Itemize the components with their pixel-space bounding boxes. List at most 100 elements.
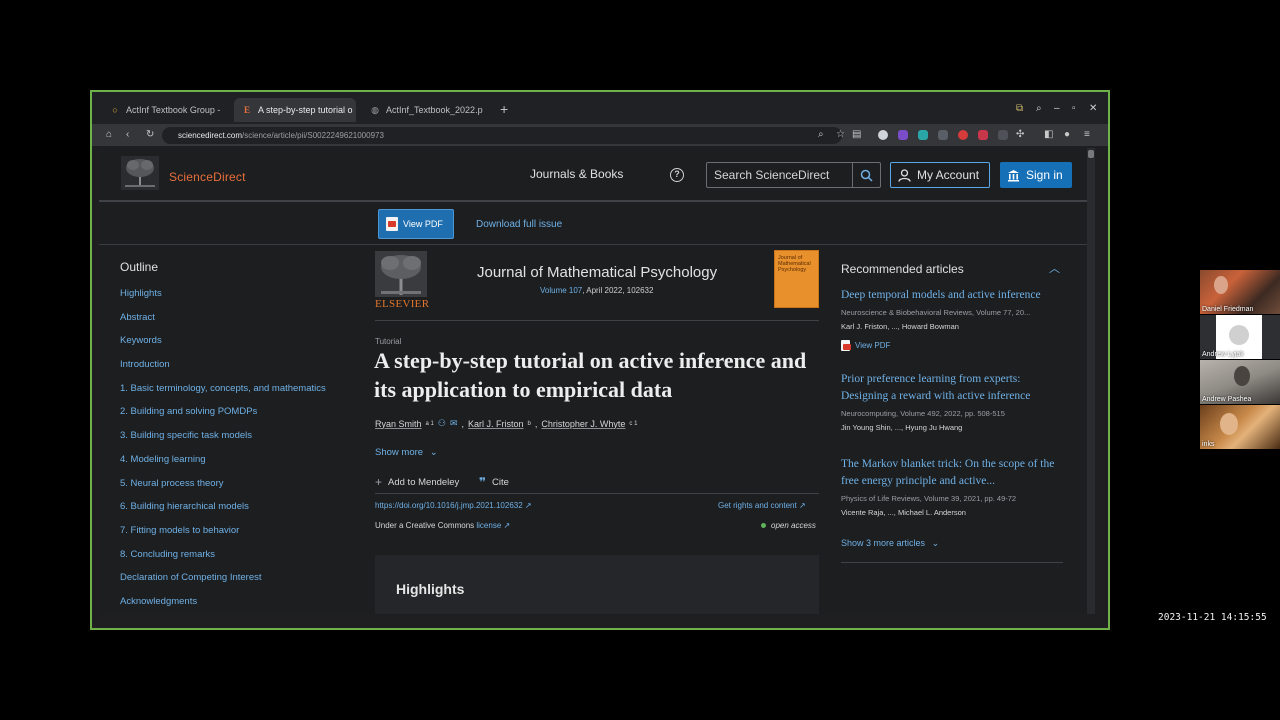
extension-icon[interactable] (898, 130, 908, 140)
outline-item-highlights[interactable]: Highlights (120, 288, 360, 312)
tab-actinf-group[interactable]: ○ ActInf Textbook Group - (102, 100, 230, 120)
page-scrollbar[interactable] (1087, 148, 1095, 614)
author-link[interactable]: Ryan Smith (375, 419, 422, 429)
extension-icon[interactable] (958, 130, 968, 140)
divider (375, 493, 819, 494)
chevron-up-icon[interactable]: ︿ (1049, 260, 1060, 276)
profile-icon[interactable]: ● (1064, 128, 1070, 142)
search-tabs-icon[interactable]: ⌕ (1036, 103, 1042, 114)
author-affiliation: b (527, 420, 531, 427)
journal-title[interactable]: Journal of Mathematical Psychology (477, 264, 717, 281)
author-link[interactable]: Karl J. Friston (468, 419, 524, 429)
author-list: Ryan Smith a 1 ⚇ ✉ , Karl J. Friston b ,… (375, 418, 637, 429)
extension-icon[interactable]: ⧉ (1016, 103, 1023, 114)
recommended-view-pdf-link[interactable]: View PDF (841, 340, 1065, 351)
puzzle-icon[interactable]: ✣ (1016, 128, 1024, 142)
outline-item-section-5[interactable]: 5. Neural process theory (120, 478, 360, 502)
outline-item-section-1[interactable]: 1. Basic terminology, concepts, and math… (120, 383, 360, 407)
outline-item-section-4[interactable]: 4. Modeling learning (120, 454, 360, 478)
extension-icon[interactable] (878, 130, 888, 140)
home-icon[interactable]: ⌂ (106, 128, 112, 142)
circle-icon: ○ (112, 105, 118, 115)
my-account-button[interactable]: My Account (890, 162, 990, 188)
side-panel-icon[interactable]: ◧ (1044, 128, 1053, 142)
outline-item-section-7[interactable]: 7. Fitting models to behavior (120, 525, 360, 549)
recommended-article-authors: Karl J. Friston, ..., Howard Bowman (841, 322, 959, 331)
tab-label: ActInf_Textbook_2022.p (386, 105, 483, 115)
doi-link[interactable]: https://doi.org/10.1016/j.jmp.2021.10263… (375, 501, 532, 510)
participant-video-tile[interactable]: inks (1200, 405, 1280, 449)
bookmark-star-icon[interactable]: ☆ (836, 128, 845, 142)
extension-icon[interactable] (998, 130, 1008, 140)
elsevier-tree-icon[interactable] (375, 251, 427, 297)
extension-icon[interactable] (978, 130, 988, 140)
zoom-icon[interactable]: ⌕ (818, 128, 824, 142)
outline-item-competing-interest[interactable]: Declaration of Competing Interest (120, 572, 360, 596)
maximize-icon[interactable]: ▫ (1072, 103, 1076, 114)
view-pdf-button[interactable]: View PDF (378, 209, 454, 239)
recommended-article-source: Neurocomputing, Volume 492, 2022, pp. 50… (841, 409, 1005, 418)
participant-video-tile[interactable]: Andrew Pashea (1200, 360, 1280, 404)
tab-step-by-step-tutorial[interactable]: E A step-by-step tutorial o (234, 98, 356, 122)
pdf-icon (841, 340, 851, 351)
browser-toolbar: ⌂ ‹ ↻ sciencedirect.com /science/article… (92, 124, 1108, 146)
license-line: Under a Creative Commons license ↗ (375, 521, 510, 530)
article-toolbar: View PDF Download full issue (99, 204, 1095, 245)
outline-item-acknowledgments[interactable]: Acknowledgments (120, 596, 360, 614)
author-link[interactable]: Christopher J. Whyte (541, 419, 625, 429)
download-full-issue-link[interactable]: Download full issue (476, 219, 562, 230)
close-window-icon[interactable]: ✕ (1089, 103, 1097, 114)
recommended-article-source: Neuroscience & Biobehavioral Reviews, Vo… (841, 308, 1031, 317)
participant-video-tile[interactable]: Daniel Friedman (1200, 270, 1280, 314)
extension-icon[interactable] (918, 130, 928, 140)
tab-actinf-textbook-pdf[interactable]: ◍ ActInf_Textbook_2022.p (362, 100, 494, 120)
url-path: /science/article/pii/S0022249621000973 (242, 131, 384, 140)
minimize-icon[interactable]: – (1054, 103, 1060, 114)
outline-item-introduction[interactable]: Introduction (120, 359, 360, 383)
tab-label: A step-by-step tutorial o (258, 105, 353, 115)
outline-item-section-6[interactable]: 6. Building hierarchical models (120, 501, 360, 525)
cite-button[interactable]: ❞ Cite (479, 475, 509, 489)
search-input[interactable] (707, 163, 852, 187)
chevron-down-icon: ⌄ (931, 538, 940, 548)
meeting-stage: ○ ActInf Textbook Group - E A step-by-st… (0, 0, 1280, 720)
volume-link[interactable]: Volume 107 (540, 286, 582, 295)
help-icon[interactable]: ? (670, 168, 684, 182)
license-link[interactable]: license (476, 521, 501, 530)
person-icon (898, 168, 911, 182)
show-more-button[interactable]: Show more ⌄ (375, 447, 438, 458)
add-to-mendeley-button[interactable]: + Add to Mendeley (375, 475, 459, 489)
show-more-articles-button[interactable]: Show 3 more articles ⌄ (841, 538, 939, 549)
journal-cover-image[interactable]: Journal of Mathematical Psychology (774, 250, 819, 308)
recommended-article-link[interactable]: The Markov blanket trick: On the scope o… (841, 456, 1065, 490)
reload-icon[interactable]: ↻ (146, 128, 154, 142)
extension-icon[interactable] (938, 130, 948, 140)
back-icon[interactable]: ‹ (126, 128, 129, 142)
sciencedirect-logo[interactable]: ScienceDirect (169, 170, 246, 184)
article-type: Tutorial (375, 337, 402, 346)
divider (375, 320, 819, 321)
person-icon[interactable]: ⚇ (438, 418, 446, 429)
outline-item-section-8[interactable]: 8. Concluding remarks (120, 549, 360, 573)
quote-icon: ❞ (479, 475, 487, 489)
participant-video-tile[interactable]: Andrew Lyjak (1200, 315, 1280, 359)
menu-icon[interactable]: ≡ (1084, 128, 1090, 142)
search-button[interactable] (852, 163, 880, 187)
outline-item-abstract[interactable]: Abstract (120, 312, 360, 336)
outline-item-keywords[interactable]: Keywords (120, 335, 360, 359)
recommended-article-link[interactable]: Prior preference learning from experts: … (841, 371, 1065, 405)
new-tab-button[interactable]: + (500, 102, 508, 116)
sign-in-button[interactable]: Sign in (1000, 162, 1072, 188)
institution-icon (1008, 169, 1019, 181)
rights-text: Get rights and content (718, 501, 797, 510)
recommended-article-link[interactable]: Deep temporal models and active inferenc… (841, 287, 1065, 304)
journals-books-link[interactable]: Journals & Books (530, 167, 623, 181)
email-icon[interactable]: ✉ (450, 418, 458, 429)
outline-item-section-2[interactable]: 2. Building and solving POMDPs (120, 406, 360, 430)
scrollbar-thumb[interactable] (1088, 150, 1094, 158)
outline-title: Outline (120, 260, 159, 274)
rights-content-link[interactable]: Get rights and content ↗ (718, 501, 806, 510)
outline-item-section-3[interactable]: 3. Building specific task models (120, 430, 360, 454)
address-bar[interactable]: sciencedirect.com /science/article/pii/S… (162, 127, 842, 144)
reader-icon[interactable]: ▤ (852, 128, 861, 142)
